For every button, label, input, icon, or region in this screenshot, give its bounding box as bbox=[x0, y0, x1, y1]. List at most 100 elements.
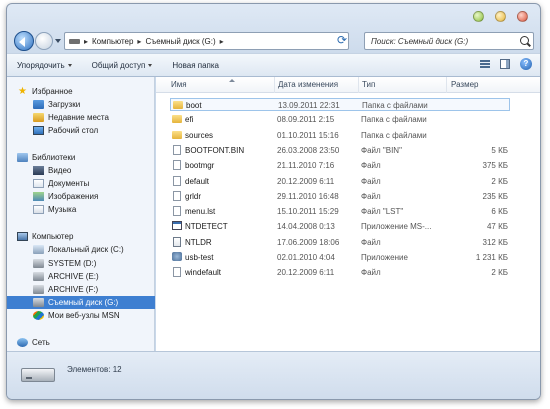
chevron-right-icon[interactable]: ▸ bbox=[84, 37, 88, 46]
column-header: Имя Дата изменения Тип Размер bbox=[156, 76, 540, 93]
msn-icon bbox=[33, 311, 44, 320]
command-bar: Упорядочить Общий доступ Новая папка ? bbox=[7, 53, 540, 77]
table-row[interactable]: grldr 29.11.2010 16:48 Файл 235 КБ bbox=[170, 190, 510, 203]
minimize-button[interactable] bbox=[473, 11, 484, 22]
documents-library-icon bbox=[33, 179, 44, 188]
sidebar-item-libraries[interactable]: Библиотеки bbox=[7, 151, 155, 164]
file-date: 14.04.2008 0:13 bbox=[277, 222, 335, 232]
sidebar-item-network[interactable]: Сеть bbox=[7, 336, 155, 349]
file-list: Имя Дата изменения Тип Размер boot 13.09.… bbox=[156, 76, 540, 351]
file-type: Папка с файлами bbox=[362, 101, 428, 110]
column-type[interactable]: Тип bbox=[362, 80, 375, 89]
downloads-folder-icon bbox=[33, 100, 44, 109]
explorer-window: ▸ Компьютер ▸ Съемный диск (G:) ▸ ⟳ Поис… bbox=[6, 3, 541, 400]
table-row[interactable]: sources 01.10.2011 15:16 Папка с файлами bbox=[170, 129, 510, 142]
table-row[interactable]: bootmgr 21.11.2010 7:16 Файл 375 КБ bbox=[170, 159, 510, 172]
organize-button[interactable]: Упорядочить bbox=[7, 61, 82, 70]
new-folder-button[interactable]: Новая папка bbox=[162, 61, 229, 70]
refresh-icon[interactable]: ⟳ bbox=[337, 33, 347, 47]
file-size: 6 КБ bbox=[491, 207, 508, 217]
sidebar-item-drive-f[interactable]: ARCHIVE (F:) bbox=[7, 283, 155, 296]
sidebar-item-drive-d[interactable]: SYSTEM (D:) bbox=[7, 257, 155, 270]
drive-icon bbox=[33, 259, 44, 268]
folder-icon bbox=[172, 130, 182, 139]
file-type: Приложение bbox=[361, 253, 408, 262]
table-row[interactable]: boot 13.09.2011 22:31 Папка с файлами bbox=[170, 98, 510, 111]
recent-places-icon bbox=[33, 113, 44, 122]
sidebar-item-drive-e[interactable]: ARCHIVE (E:) bbox=[7, 270, 155, 283]
drive-icon bbox=[33, 285, 44, 294]
sort-up-icon bbox=[229, 76, 235, 82]
removable-drive-icon bbox=[33, 298, 44, 307]
table-row[interactable]: efi 08.09.2011 2:15 Папка с файлами bbox=[170, 113, 510, 126]
sidebar-item-favorites[interactable]: ★ Избранное bbox=[7, 85, 155, 98]
sidebar-item-downloads[interactable]: Загрузки bbox=[7, 98, 155, 111]
file-size: 1 231 КБ bbox=[475, 253, 508, 262]
sidebar-item-video[interactable]: Видео bbox=[7, 164, 155, 177]
search-icon[interactable] bbox=[520, 36, 529, 45]
sidebar-item-drive-c[interactable]: Локальный диск (C:) bbox=[7, 243, 155, 256]
file-icon bbox=[173, 160, 181, 171]
sidebar-item-documents[interactable]: Документы bbox=[7, 177, 155, 190]
preview-pane-icon[interactable] bbox=[500, 59, 510, 69]
column-divider[interactable] bbox=[274, 77, 275, 93]
chevron-down-icon bbox=[148, 63, 153, 69]
network-icon bbox=[17, 338, 28, 347]
table-row[interactable]: BOOTFONT.BIN 26.03.2008 23:50 Файл "BIN" 5 … bbox=[170, 144, 510, 157]
file-date: 13.09.2011 22:31 bbox=[278, 101, 340, 110]
file-name: efi bbox=[185, 115, 194, 125]
drive-icon bbox=[69, 38, 80, 44]
column-divider[interactable] bbox=[446, 77, 447, 93]
file-size: 235 КБ bbox=[482, 191, 508, 201]
details-pane: Элементов: 12 bbox=[7, 351, 540, 399]
forward-button[interactable] bbox=[35, 32, 53, 50]
sidebar-item-msn[interactable]: Мои веб-узлы MSN bbox=[7, 309, 155, 322]
column-divider[interactable] bbox=[358, 77, 359, 93]
table-row[interactable]: usb-test 02.01.2010 4:04 Приложение 1 231 К… bbox=[170, 251, 510, 264]
file-type: Папка с файлами bbox=[361, 130, 427, 140]
search-placeholder: Поиск: Съемный диск (G:) bbox=[371, 36, 469, 46]
table-row[interactable]: default 20.12.2009 6:11 Файл 2 КБ bbox=[170, 175, 510, 188]
sidebar-item-computer[interactable]: Компьютер bbox=[7, 230, 155, 243]
system-file-icon bbox=[173, 236, 181, 247]
back-button[interactable] bbox=[14, 31, 34, 51]
libraries-icon bbox=[17, 153, 28, 162]
column-date[interactable]: Дата изменения bbox=[278, 80, 338, 89]
breadcrumb-computer[interactable]: Компьютер bbox=[92, 37, 133, 46]
file-name: NTDETECT bbox=[185, 222, 228, 232]
file-icon bbox=[173, 144, 181, 155]
sidebar-item-pictures[interactable]: Изображения bbox=[7, 190, 155, 203]
history-dropdown-icon[interactable] bbox=[55, 39, 61, 46]
chevron-right-icon[interactable]: ▸ bbox=[220, 37, 224, 46]
sidebar-item-music[interactable]: Музыка bbox=[7, 203, 155, 216]
file-size: 2 КБ bbox=[491, 176, 508, 186]
folder-icon bbox=[172, 115, 182, 124]
close-button[interactable] bbox=[517, 11, 528, 22]
chevron-right-icon[interactable]: ▸ bbox=[137, 37, 141, 46]
breadcrumb-drive[interactable]: Съемный диск (G:) bbox=[145, 37, 215, 46]
sidebar-item-desktop[interactable]: Рабочий стол bbox=[7, 124, 155, 137]
column-size[interactable]: Размер bbox=[451, 80, 479, 89]
table-row[interactable]: windefault 20.12.2009 6:11 Файл 2 КБ bbox=[170, 266, 510, 279]
file-name: BOOTFONT.BIN bbox=[185, 145, 245, 155]
folder-icon bbox=[173, 101, 183, 109]
file-icon bbox=[173, 206, 181, 217]
file-size: 2 КБ bbox=[491, 268, 508, 278]
star-icon: ★ bbox=[18, 86, 27, 97]
navigation-pane: ★ Избранное Загрузки Недавние места Рабо… bbox=[7, 77, 155, 351]
file-size: 47 КБ bbox=[486, 222, 508, 232]
table-row[interactable]: NTLDR 17.06.2009 18:06 Файл 312 КБ bbox=[170, 236, 510, 249]
address-bar[interactable]: ▸ Компьютер ▸ Съемный диск (G:) ▸ bbox=[64, 32, 349, 50]
maximize-button[interactable] bbox=[495, 11, 506, 22]
table-row[interactable]: NTDETECT 14.04.2008 0:13 Приложение MS-...… bbox=[170, 220, 510, 233]
sidebar-item-drive-g[interactable]: Съемный диск (G:) bbox=[7, 296, 155, 309]
sidebar-item-recent-places[interactable]: Недавние места bbox=[7, 111, 155, 124]
file-type: Файл "BIN" bbox=[361, 145, 402, 155]
file-date: 08.09.2011 2:15 bbox=[277, 115, 335, 125]
table-row[interactable]: menu.lst 15.10.2011 15:29 Файл "LST" 6 КБ bbox=[170, 205, 510, 218]
share-button[interactable]: Общий доступ bbox=[82, 61, 163, 70]
help-icon[interactable]: ? bbox=[520, 58, 532, 70]
views-icon[interactable] bbox=[480, 59, 490, 69]
search-input[interactable]: Поиск: Съемный диск (G:) bbox=[364, 32, 534, 50]
column-name[interactable]: Имя bbox=[171, 80, 187, 89]
